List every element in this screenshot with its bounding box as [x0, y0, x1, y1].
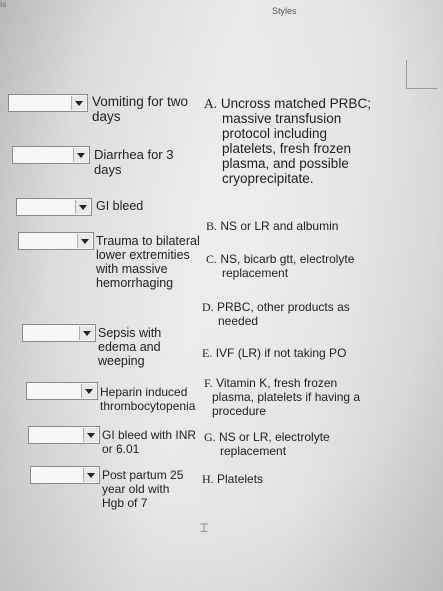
item-sepsis: Sepsis with edema and weeping [98, 326, 162, 368]
option-text: Vitamin K, fresh frozen [216, 376, 338, 390]
option-letter: G. [204, 430, 216, 444]
item-gi-bleed-inr: GI bleed with INR or 6.01 [102, 428, 197, 456]
answer-dropdown-8[interactable] [30, 466, 100, 484]
option-letter: D. [202, 300, 214, 314]
answer-dropdown-2[interactable] [12, 146, 90, 164]
option-text: Platelets [217, 472, 264, 486]
option-text-cont: needed [218, 314, 259, 328]
option-text: PRBC, other products as [217, 300, 350, 314]
item-heparin: Heparin induced thrombocytopenia [100, 385, 196, 413]
chevron-down-icon[interactable] [81, 384, 96, 398]
item-trauma: Trauma to bilateral lower extremities wi… [96, 234, 200, 290]
option-letter: A. [204, 96, 218, 111]
item-diarrhea: Diarrhea for 3 days [94, 147, 174, 177]
text-cursor-icon: ⌶ [200, 520, 209, 536]
answer-dropdown-1[interactable] [8, 94, 88, 112]
window-corner-label: Is [0, 0, 7, 9]
answer-dropdown-7[interactable] [28, 426, 100, 444]
option-letter: B. [206, 219, 218, 233]
option-h: H. Platelets [202, 472, 322, 486]
option-text-cont: plasma, platelets if having a procedure [212, 390, 361, 418]
answer-dropdown-4[interactable] [18, 232, 94, 250]
item-gi-bleed: GI bleed [96, 199, 144, 213]
item-post-partum: Post partum 25 year old with Hgb of 7 [102, 468, 184, 510]
styles-pane-label: Styles [272, 6, 297, 16]
option-text-cont: replacement [220, 444, 287, 458]
option-text: IVF (LR) if not taking PO [215, 346, 347, 360]
option-text: NS, bicarb gtt, electrolyte [220, 252, 355, 266]
answer-dropdown-6[interactable] [26, 382, 98, 400]
option-text: NS or LR, electrolyte [219, 430, 330, 444]
option-a: A. Uncross matched PRBC; massive transfu… [204, 96, 404, 186]
option-e: E. IVF (LR) if not taking PO [202, 346, 412, 360]
option-text: Uncross matched PRBC; [220, 96, 371, 111]
option-letter: F. [204, 376, 213, 390]
chevron-down-icon[interactable] [83, 428, 98, 442]
option-c: C. NS, bicarb gtt, electrolyte replaceme… [206, 252, 416, 280]
option-letter: H. [202, 472, 214, 486]
option-text-cont: replacement [222, 266, 289, 280]
option-g: G. NS or LR, electrolyte replacement [204, 430, 404, 458]
option-text: NS or LR and albumin [220, 219, 339, 233]
chevron-down-icon[interactable] [83, 468, 98, 482]
option-f: F. Vitamin K, fresh frozen plasma, plate… [204, 376, 394, 418]
answer-dropdown-3[interactable] [16, 198, 92, 216]
option-text-cont: massive transfusion protocol including p… [222, 111, 352, 186]
item-vomiting: Vomiting for two days [92, 94, 189, 124]
chevron-down-icon[interactable] [77, 234, 92, 248]
chevron-down-icon[interactable] [79, 326, 94, 340]
answer-dropdown-5[interactable] [22, 324, 96, 342]
chevron-down-icon[interactable] [75, 200, 90, 214]
chevron-down-icon[interactable] [71, 96, 86, 110]
option-letter: E. [202, 346, 213, 360]
option-letter: C. [206, 252, 218, 266]
option-b: B. NS or LR and albumin [206, 219, 406, 233]
option-d: D. PRBC, other products as needed [202, 300, 412, 328]
photo-vignette [0, 0, 443, 591]
page-corner-marker [406, 60, 437, 89]
chevron-down-icon[interactable] [73, 148, 88, 162]
